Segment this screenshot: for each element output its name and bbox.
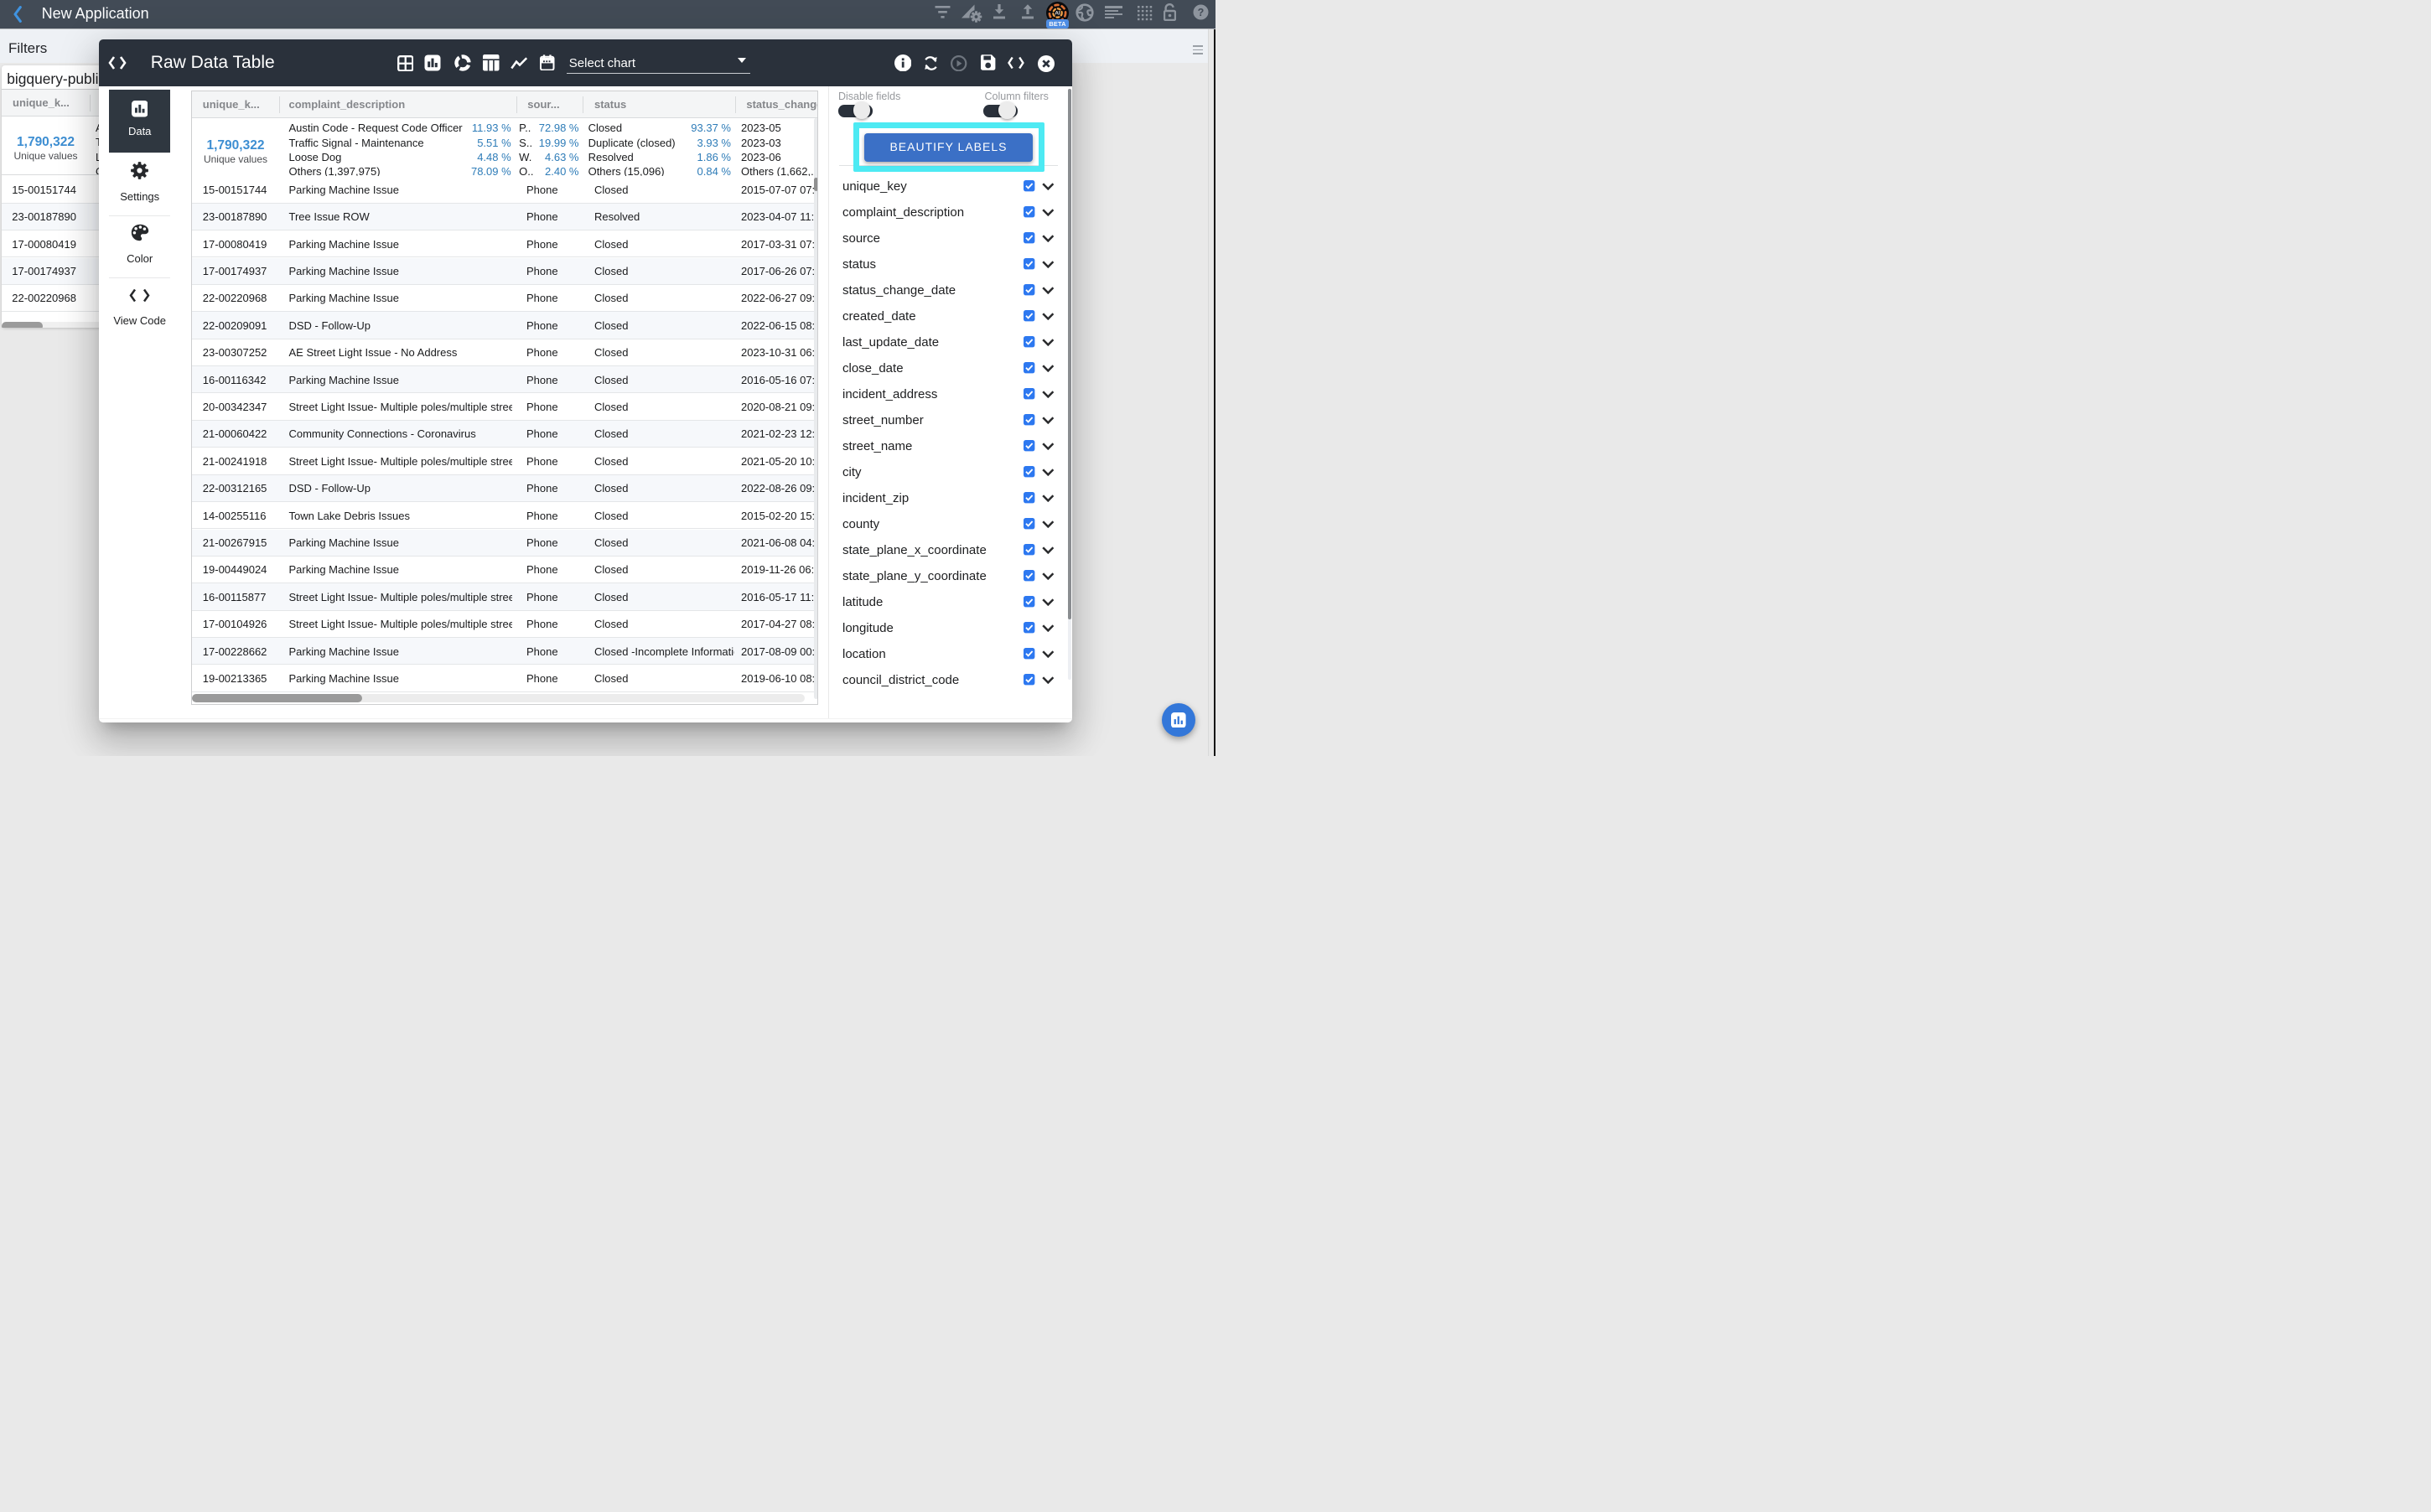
svg-text:AI: AI <box>1055 10 1060 16</box>
svg-text:?: ? <box>1197 7 1204 18</box>
